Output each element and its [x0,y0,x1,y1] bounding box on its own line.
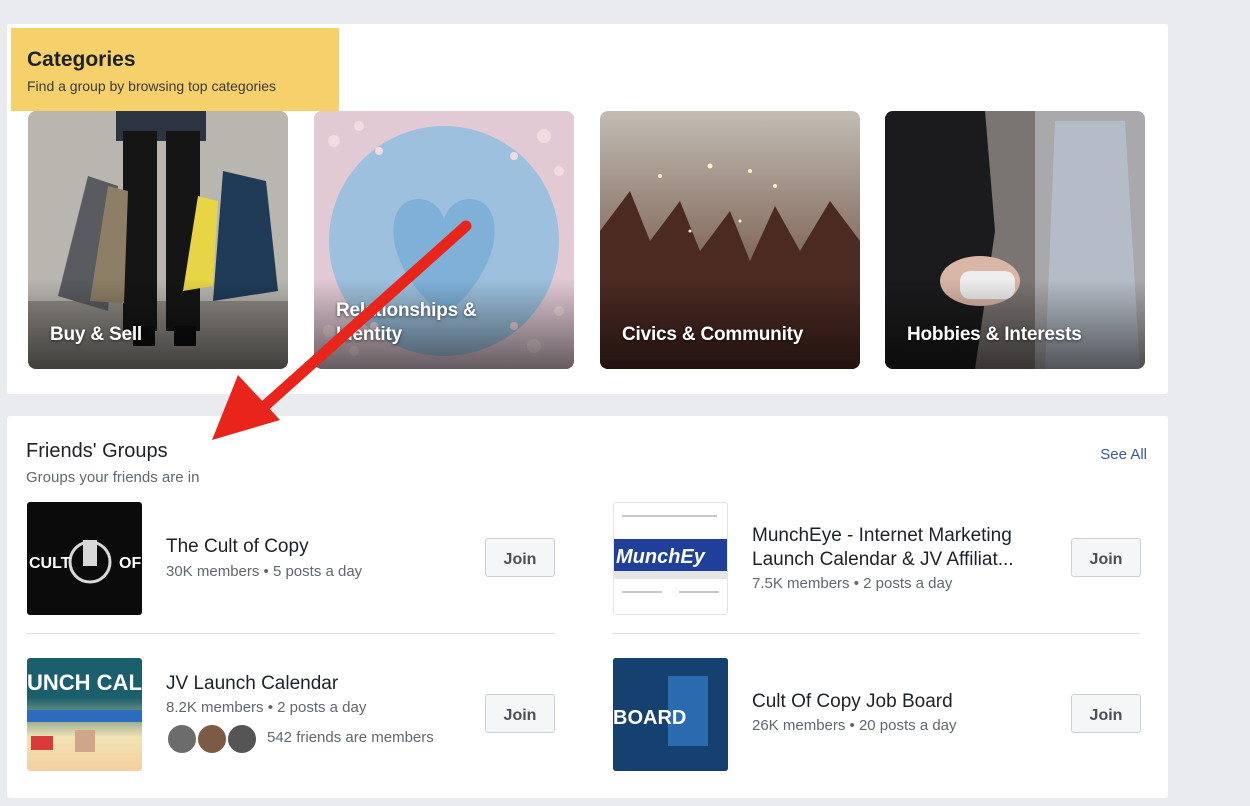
row-divider [26,633,555,634]
category-tile-hobbies-interests[interactable]: Hobbies & Interests [885,111,1145,369]
muncheye-logo: MunchEy [614,515,727,593]
jv-launch-calendar-logo: UNCH CALEN [27,670,142,752]
friends-groups-title: Friends' Groups [26,440,168,462]
svg-text:BOARD: BOARD [613,707,686,729]
avatar [196,723,228,755]
group-thumbnail-cult-of-copy[interactable]: CULT OF [27,502,142,615]
group-meta-job-board: 26K members • 20 posts a day [752,717,957,734]
friends-groups-subtitle: Groups your friends are in [26,469,200,486]
avatar [226,723,258,755]
job-board-logo: BOARD [613,658,728,771]
cult-of-copy-logo: CULT OF [29,540,141,584]
categories-title: Categories [27,48,136,71]
join-button-job-board[interactable]: Join [1071,694,1141,733]
svg-text:CULT: CULT [29,555,71,572]
group-meta-jv-launch-calendar: 8.2K members • 2 posts a day [166,699,367,716]
group-name-muncheye[interactable]: MunchEye - Internet Marketing Launch Cal… [752,524,1014,572]
group-meta-muncheye: 7.5K members • 2 posts a day [752,575,953,592]
join-button-muncheye[interactable]: Join [1071,538,1141,577]
join-button-jv-launch-calendar[interactable]: Join [485,694,555,733]
group-name-job-board[interactable]: Cult Of Copy Job Board [752,690,953,714]
category-label-relationships-identity: Relationships & Identity [336,300,477,345]
category-label-buy-sell: Buy & Sell [50,324,142,345]
join-button-cult-of-copy[interactable]: Join [485,538,555,577]
avatar [166,723,198,755]
svg-text:OF: OF [119,555,141,572]
row-divider [612,633,1140,634]
category-tile-civics-community[interactable]: Civics & Community [600,111,860,369]
group-thumbnail-job-board[interactable]: BOARD [613,658,728,771]
group-name-cult-of-copy[interactable]: The Cult of Copy [166,535,309,559]
svg-text:MunchEy: MunchEy [616,546,706,568]
category-tile-buy-sell[interactable]: Buy & Sell [28,111,288,369]
group-thumbnail-jv-launch-calendar[interactable]: UNCH CALEN [27,658,142,771]
category-label-civics-community: Civics & Community [622,324,804,345]
group-thumbnail-muncheye[interactable]: MunchEy [613,502,728,615]
group-name-jv-launch-calendar[interactable]: JV Launch Calendar [166,672,338,696]
group-meta-cult-of-copy: 30K members • 5 posts a day [166,563,363,580]
categories-heading: Categories Find a group by browsing top … [11,28,339,111]
category-label-hobbies-interests: Hobbies & Interests [907,324,1082,345]
category-tile-relationships-identity[interactable]: Relationships & Identity [314,111,574,369]
categories-subtitle: Find a group by browsing top categories [27,78,277,94]
svg-text:UNCH CALEN: UNCH CALEN [27,670,142,695]
friends-members-count: 542 friends are members [267,729,434,746]
see-all-link[interactable]: See All [1100,446,1147,463]
friend-avatars [166,723,258,755]
